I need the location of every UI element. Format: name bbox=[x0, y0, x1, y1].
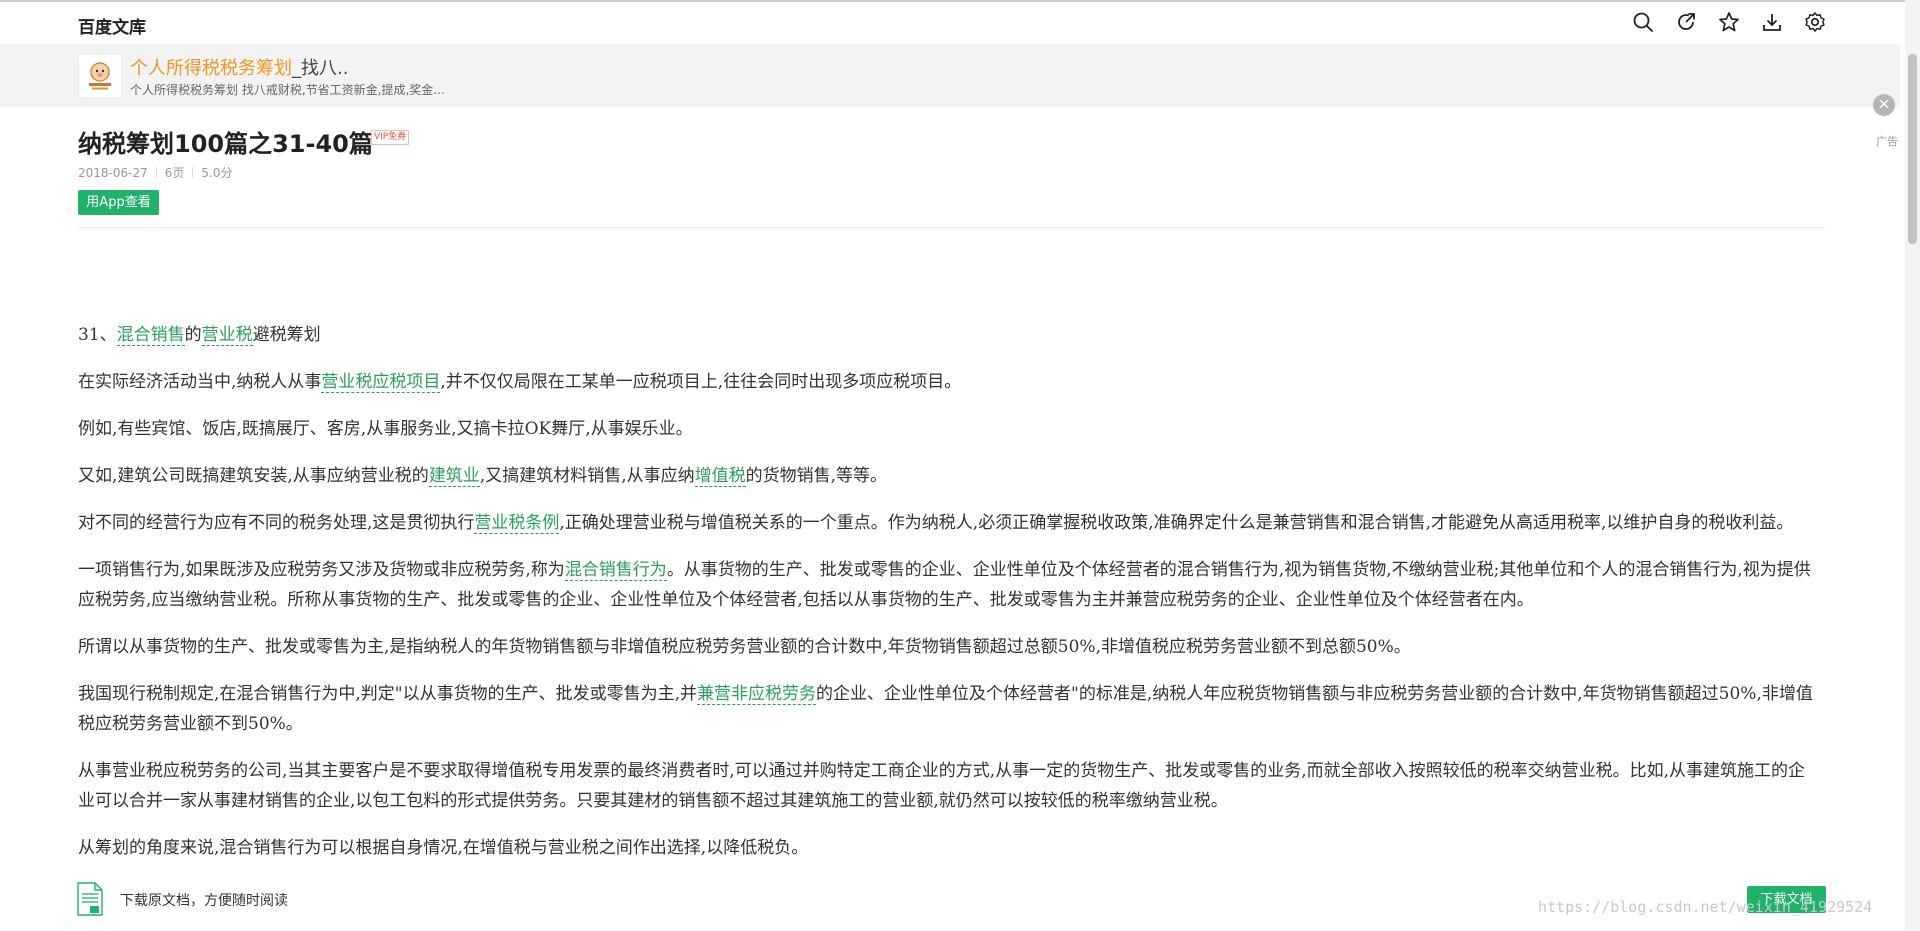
app-header: 百度文库 bbox=[0, 2, 1900, 42]
section-heading: 31、混合销售的营业税避税筹划 bbox=[78, 325, 321, 346]
paragraph: 从筹划的角度来说,混合销售行为可以根据自身情况,在增值税与营业税之间作出选择,以… bbox=[78, 838, 809, 858]
download-icon[interactable] bbox=[1761, 11, 1783, 33]
keyword-link[interactable]: 营业税 bbox=[201, 325, 253, 346]
paragraph: 又如,建筑公司既搞建筑安装,从事应纳营业税的建筑业,又搞建筑材料销售,从事应纳增… bbox=[78, 466, 888, 487]
star-icon[interactable] bbox=[1718, 11, 1740, 33]
keyword-link[interactable]: 增值税 bbox=[694, 466, 746, 487]
brand-logo-text[interactable]: 百度文库 bbox=[78, 13, 146, 38]
ad-title-rest[interactable]: _找八.. bbox=[292, 58, 348, 79]
keyword-link[interactable]: 兼营非应税劳务 bbox=[697, 684, 817, 705]
document-date: 2018-06-27 bbox=[78, 166, 148, 180]
document-file-icon bbox=[77, 882, 103, 916]
paragraph: 一项销售行为,如果既涉及应税劳务又涉及货物或非应税劳务,称为混合销售行为。从事货… bbox=[78, 560, 1811, 610]
document-score: 5.0分 bbox=[201, 166, 233, 180]
document-title: 纳税筹划100篇之31-40篇 bbox=[78, 130, 373, 158]
ad-title-highlight[interactable]: 个人所得税税务筹划 bbox=[130, 58, 292, 79]
settings-icon[interactable] bbox=[1804, 11, 1826, 33]
ad-label: 广告 bbox=[1876, 135, 1898, 148]
close-icon[interactable]: ✕ bbox=[1873, 94, 1895, 116]
download-prompt-text: 下载原文档，方便随时阅读 bbox=[120, 893, 288, 909]
ad-title[interactable]: 个人所得税税务筹划_找八.. bbox=[130, 54, 348, 80]
document-pages: 6页 bbox=[164, 166, 185, 180]
paragraph: 对不同的经营行为应有不同的税务处理,这是贯彻执行营业税条例,正确处理营业税与增值… bbox=[78, 513, 1794, 534]
search-icon[interactable] bbox=[1632, 11, 1654, 33]
paragraph: 例如,有些宾馆、饭店,既搞展厅、客房,从事服务业,又搞卡拉OK舞厅,从事娱乐业。 bbox=[78, 419, 693, 439]
keyword-link[interactable]: 混合销售 bbox=[116, 325, 185, 346]
ad-logo bbox=[78, 54, 122, 98]
header-divider bbox=[78, 227, 1825, 228]
scrollbar-thumb[interactable] bbox=[1908, 54, 1917, 244]
paragraph: 我国现行税制规定,在混合销售行为中,判定"以从事货物的生产、批发或零售为主,并兼… bbox=[78, 684, 1813, 734]
watermark-text: https://blog.csdn.net/weixin_41929524 bbox=[1538, 898, 1873, 916]
ad-banner[interactable]: 个人所得税税务筹划_找八.. 个人所得税税务筹划 找八戒财税,节省工资新金,提成… bbox=[0, 44, 1900, 148]
paragraph: 在实际经济活动当中,纳税人从事营业税应税项目,并不仅仅局限在工某单一应税项目上,… bbox=[78, 372, 962, 393]
keyword-link[interactable]: 营业税条例 bbox=[474, 513, 560, 534]
open-in-app-button[interactable]: 用App查看 bbox=[78, 190, 159, 215]
document-content: 31、混合销售的营业税避税筹划 在实际经济活动当中,纳税人从事营业税应税项目,并… bbox=[78, 320, 1818, 880]
vip-badge: VIP免券 bbox=[371, 130, 410, 145]
document-meta: 2018-06-27 6页 5.0分 bbox=[78, 164, 232, 181]
keyword-link[interactable]: 建筑业 bbox=[428, 466, 480, 487]
keyword-link[interactable]: 混合销售行为 bbox=[564, 560, 667, 581]
share-icon[interactable] bbox=[1675, 11, 1697, 33]
ad-description: 个人所得税税务筹划 找八戒财税,节省工资新金,提成,奖金... bbox=[130, 83, 445, 97]
paragraph: 所谓以从事货物的生产、批发或零售为主,是指纳税人的年货物销售额与非增值税应税劳务… bbox=[78, 637, 1411, 657]
keyword-link[interactable]: 营业税应税项目 bbox=[321, 372, 441, 393]
paragraph: 从事营业税应税劳务的公司,当其主要客户是不要求取得增值税专用发票的最终消费者时,… bbox=[78, 761, 1806, 811]
